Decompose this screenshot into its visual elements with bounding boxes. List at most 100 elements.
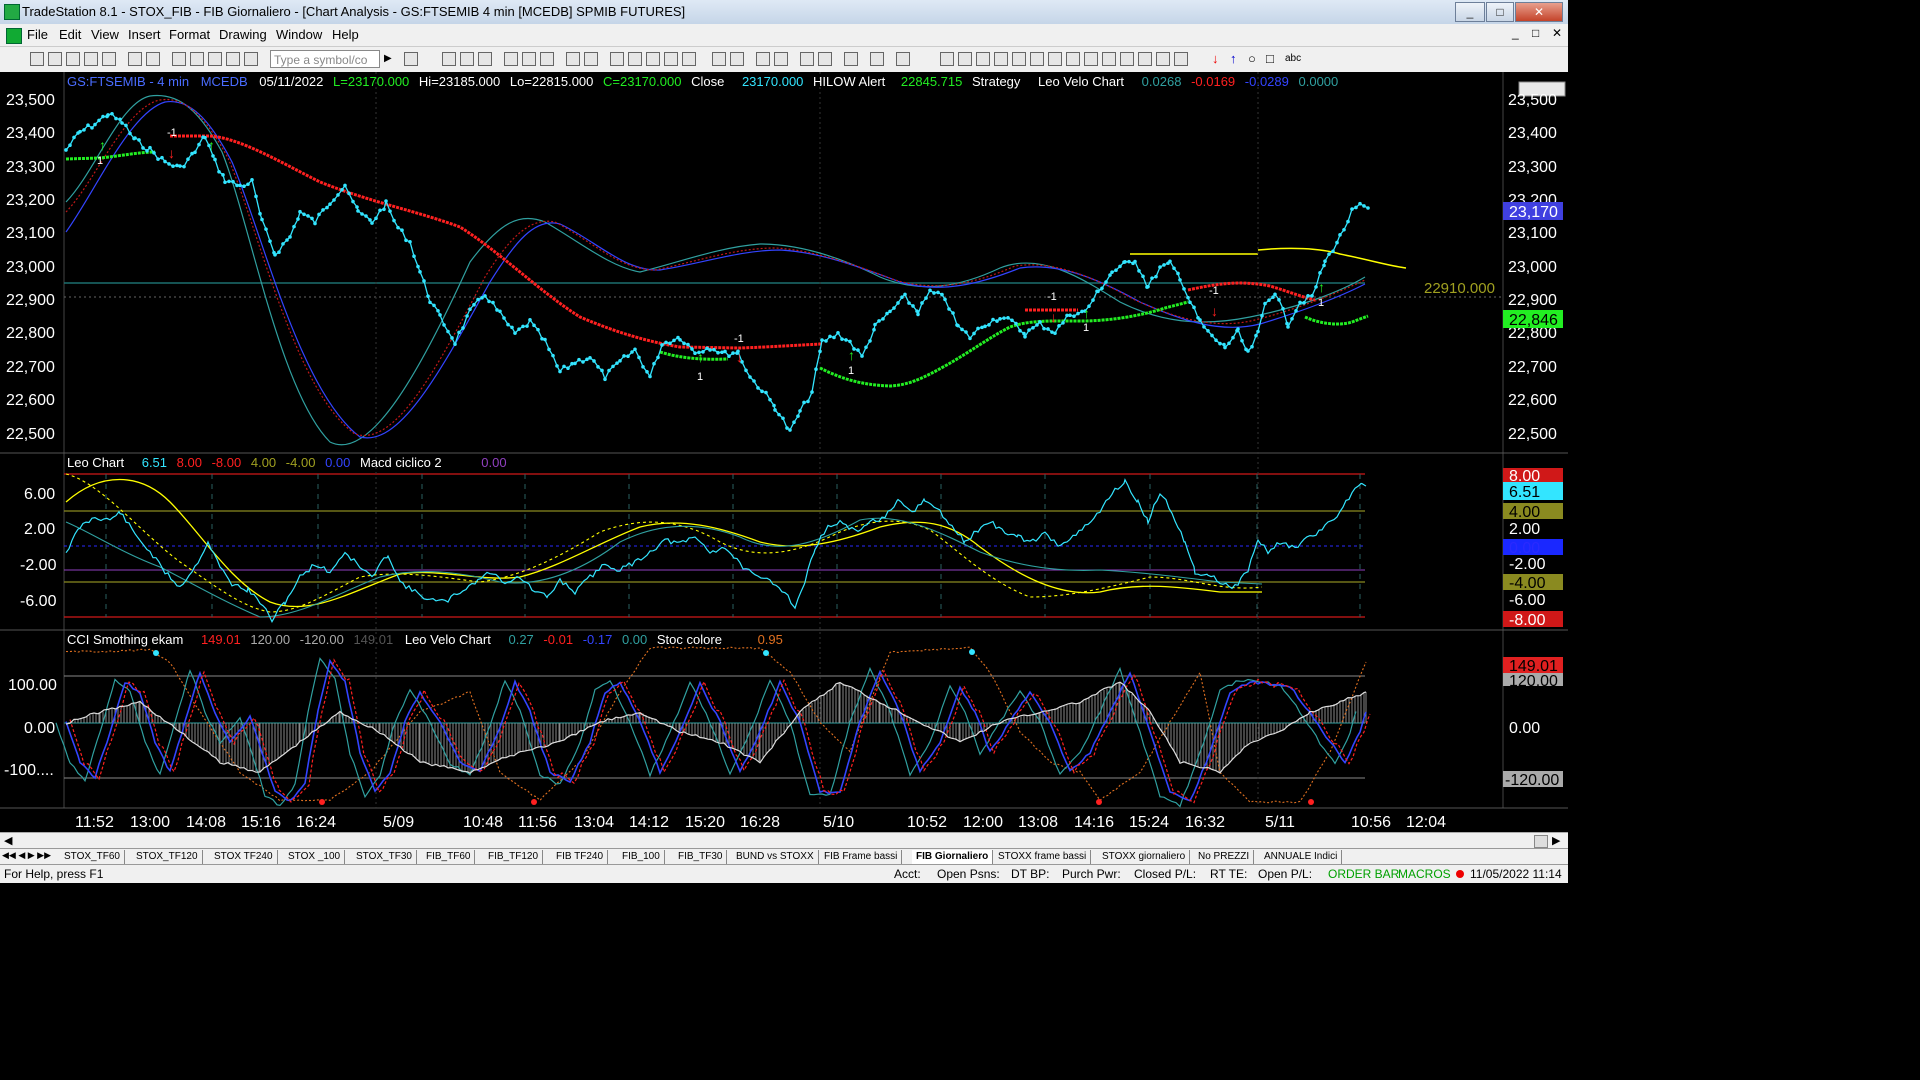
tab-stox-tf240[interactable]: STOX TF240 [210, 850, 278, 864]
chart-icon[interactable] [244, 52, 258, 66]
minimize-button[interactable]: _ [1455, 2, 1485, 22]
lock-icon[interactable] [208, 52, 222, 66]
horizontal-scrollbar[interactable]: ◀ ▶ [0, 832, 1568, 849]
new-icon[interactable] [30, 52, 44, 66]
menu-window[interactable]: Window [276, 27, 322, 42]
toolbar: Type a symbol/co ▶ ↓ ↑ ○ □ abc [0, 47, 1568, 73]
insert-indicator-icon[interactable] [566, 52, 580, 66]
tab-fib-giornaliero[interactable]: FIB Giornaliero [912, 850, 994, 864]
hammer-icon[interactable] [844, 52, 858, 66]
tab-stox-tf30[interactable]: STOX_TF30 [352, 850, 417, 864]
print-preview-icon[interactable] [146, 52, 160, 66]
menu-view[interactable]: View [91, 27, 119, 42]
speedline-icon[interactable] [1066, 52, 1080, 66]
line-chart-icon[interactable] [522, 52, 536, 66]
green-bar-icon[interactable] [646, 52, 660, 66]
save-all-icon[interactable] [102, 52, 116, 66]
pointer-icon[interactable] [800, 52, 814, 66]
data-window-icon[interactable] [628, 52, 642, 66]
scroll-left-icon[interactable] [712, 52, 726, 66]
bar-chart-icon[interactable] [504, 52, 518, 66]
insert-strategy-icon[interactable] [584, 52, 598, 66]
text-tool-icon[interactable]: abc [1285, 53, 1301, 64]
tab-no-prezzi[interactable]: No PREZZI [1194, 850, 1255, 864]
tab-stoxx-frame-bassi[interactable]: STOXX frame bassi [994, 850, 1092, 864]
pencil-icon[interactable] [1174, 52, 1188, 66]
menu-file[interactable]: File [27, 27, 48, 42]
print-icon[interactable] [128, 52, 142, 66]
ellipse-icon[interactable]: ○ [1248, 51, 1256, 66]
osc2-leo-v2: -0.01 [543, 632, 573, 647]
symbol-input[interactable]: Type a symbol/co [270, 50, 380, 68]
scroll-thumb[interactable] [1534, 835, 1548, 848]
arrow-down-icon[interactable]: ↓ [1212, 51, 1219, 66]
trendline-icon[interactable] [940, 52, 954, 66]
chart-analysis-icon[interactable] [442, 52, 456, 66]
scroll-right-arrow-icon[interactable]: ▶ [1552, 834, 1560, 847]
menu-help[interactable]: Help [332, 27, 359, 42]
horizontal-line-icon[interactable] [976, 52, 990, 66]
document-icon[interactable] [6, 28, 22, 44]
andrews-icon[interactable] [1048, 52, 1062, 66]
tab-fib-tf30[interactable]: FIB_TF30 [674, 850, 728, 864]
go-arrow-icon[interactable]: ▶ [384, 53, 392, 64]
window-icon[interactable] [226, 52, 240, 66]
tab-fib-tf240[interactable]: FIB TF240 [552, 850, 609, 864]
mdi-close-button[interactable]: ✕ [1552, 26, 1562, 40]
chart-canvas[interactable]: GS:FTSEMIB - 4 min MCEDB 05/11/2022 L=23… [0, 72, 1568, 832]
arc-icon[interactable] [1120, 52, 1134, 66]
crosshair-icon[interactable] [818, 52, 832, 66]
tab-fib-100[interactable]: FIB_100 [618, 850, 665, 864]
menu-format[interactable]: Format [169, 27, 210, 42]
channel-icon[interactable] [994, 52, 1008, 66]
tab-stox-100[interactable]: STOX _100 [284, 850, 346, 864]
tab-nav-icon[interactable]: ◀◀ ◀ ▶ ▶▶ [2, 850, 51, 861]
copy-icon[interactable] [190, 52, 204, 66]
maximize-button[interactable]: □ [1486, 2, 1514, 22]
arrow-up-icon[interactable]: ↑ [1230, 51, 1237, 66]
rectangle-icon[interactable]: □ [1266, 51, 1274, 66]
time-zone-icon[interactable] [1102, 52, 1116, 66]
radar-icon[interactable] [460, 52, 474, 66]
ohlc-icon[interactable] [664, 52, 678, 66]
tab-bund-vs-stoxx[interactable]: BUND vs STOXX [732, 850, 819, 864]
fibonacci-icon[interactable] [1030, 52, 1044, 66]
magnet-icon[interactable] [870, 52, 884, 66]
matrix-icon[interactable] [478, 52, 492, 66]
open-workspace-icon[interactable] [66, 52, 80, 66]
format-icon[interactable] [610, 52, 624, 66]
vertical-line-icon[interactable] [958, 52, 972, 66]
save-icon[interactable] [84, 52, 98, 66]
close-button[interactable]: ✕ [1515, 2, 1563, 22]
tab-stox-tf60[interactable]: STOX_TF60 [60, 850, 125, 864]
tab-fib-tf120[interactable]: FIB_TF120 [484, 850, 544, 864]
cycle-icon[interactable] [1156, 52, 1170, 66]
tab-stox-tf120[interactable]: STOX_TF120 [132, 850, 203, 864]
open-icon[interactable] [48, 52, 62, 66]
order-bar-label[interactable]: ORDER BAR [1328, 867, 1399, 881]
menu-insert[interactable]: Insert [128, 27, 161, 42]
eraser-icon[interactable] [896, 52, 910, 66]
menu-drawing[interactable]: Drawing [219, 27, 267, 42]
zoom-in-icon[interactable] [756, 52, 770, 66]
tab-fib-frame-bassi[interactable]: FIB Frame bassi [820, 850, 903, 864]
chart-analysis-window[interactable]: GS:FTSEMIB - 4 min MCEDB 05/11/2022 L=23… [0, 72, 1568, 832]
quadrant-icon[interactable] [1138, 52, 1152, 66]
zoom-out-icon[interactable] [774, 52, 788, 66]
scroll-right-icon[interactable] [730, 52, 744, 66]
mdi-restore-button[interactable]: □ [1532, 26, 1539, 40]
menu-edit[interactable]: Edit [59, 27, 81, 42]
tab-stoxx-giornaliero[interactable]: STOXX giornaliero [1098, 850, 1191, 864]
price-point [217, 169, 221, 174]
mdi-minimize-button[interactable]: _ [1512, 26, 1519, 40]
symbol-lookup-icon[interactable] [404, 52, 418, 66]
gann-fan-icon[interactable] [1084, 52, 1098, 66]
candle-chart-icon[interactable] [540, 52, 554, 66]
macros-label[interactable]: MACROS [1398, 867, 1451, 881]
scroll-left-arrow-icon[interactable]: ◀ [4, 834, 12, 847]
tab-annuale-indici[interactable]: ANNUALE Indici [1260, 850, 1343, 864]
cut-icon[interactable] [172, 52, 186, 66]
regression-icon[interactable] [1012, 52, 1026, 66]
tab-fib-tf60[interactable]: FIB_TF60 [422, 850, 476, 864]
hlc-icon[interactable] [682, 52, 696, 66]
